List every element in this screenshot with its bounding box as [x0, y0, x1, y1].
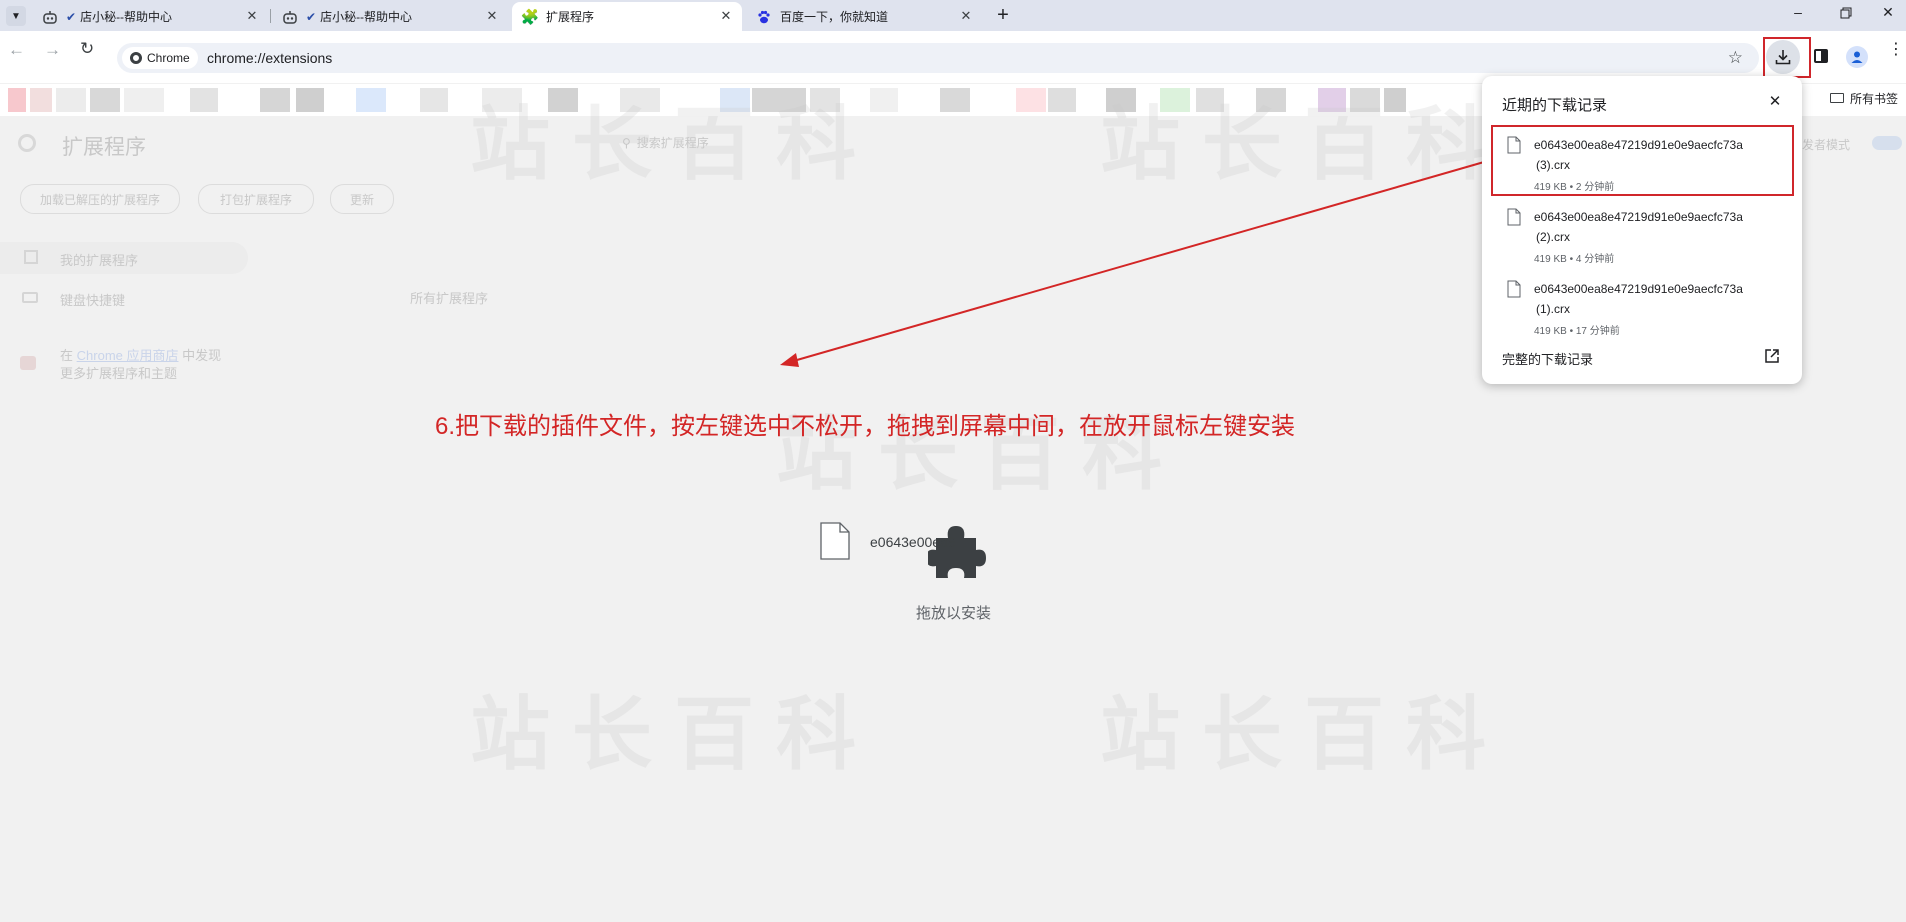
close-icon[interactable]: ✕ — [1766, 92, 1784, 110]
download-filename: e0643e00ea8e47219d91e0e9aecfc73a — [1534, 210, 1743, 224]
download-item-highlight — [1491, 125, 1794, 196]
download-filename-suffix: (2).crx — [1536, 230, 1570, 244]
file-icon — [1507, 280, 1521, 298]
download-meta: 419 KB • 4 分钟前 — [1534, 254, 1615, 265]
downloads-header: 近期的下载记录 — [1502, 97, 1608, 114]
full-download-history-link[interactable]: 完整的下载记录 — [1502, 349, 1593, 368]
open-external-icon[interactable] — [1764, 348, 1780, 369]
file-icon — [1507, 208, 1521, 226]
download-filename: e0643e00ea8e47219d91e0e9aecfc73a — [1534, 282, 1743, 296]
downloads-bubble: 近期的下载记录 ✕ e0643e00ea8e47219d91e0e9aecfc7… — [1482, 76, 1802, 384]
download-filename-suffix: (1).crx — [1536, 302, 1570, 316]
download-item[interactable]: e0643e00ea8e47219d91e0e9aecfc73a (2).crx … — [1490, 198, 1794, 266]
download-meta: 419 KB • 17 分钟前 — [1534, 326, 1620, 337]
download-item[interactable]: e0643e00ea8e47219d91e0e9aecfc73a (1).crx … — [1490, 270, 1794, 338]
